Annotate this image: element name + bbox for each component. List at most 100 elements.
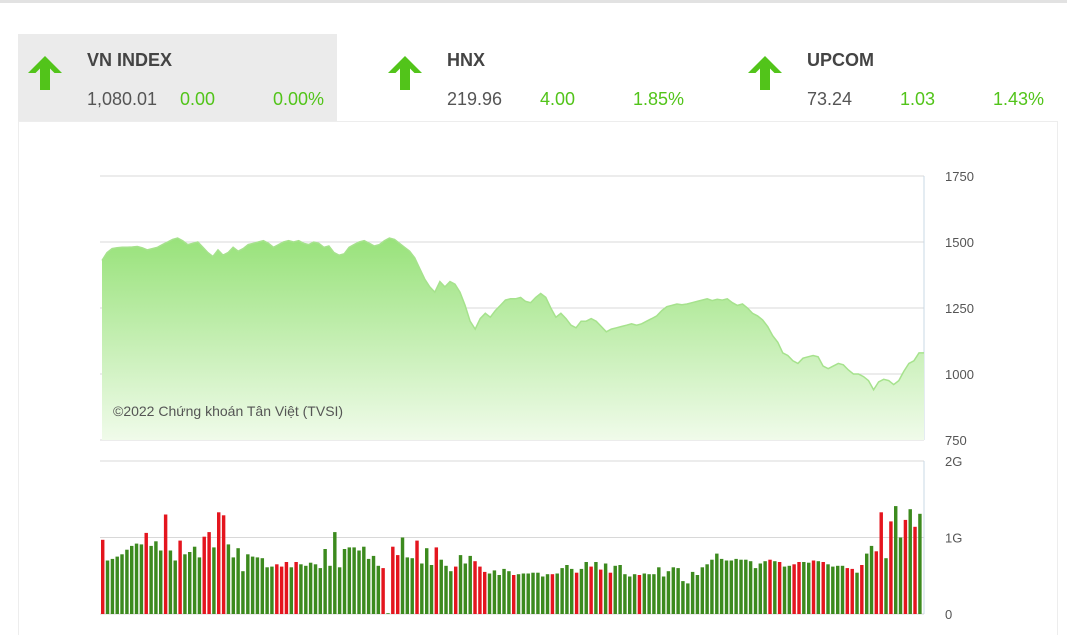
volume-bar xyxy=(299,564,303,614)
volume-bar xyxy=(386,613,390,614)
volume-bar xyxy=(173,560,177,614)
volume-bar xyxy=(797,562,801,614)
volume-bar xyxy=(337,567,342,614)
volume-bar xyxy=(134,543,139,614)
volume-bar xyxy=(831,566,835,614)
volume-bar xyxy=(507,571,511,614)
volume-bar xyxy=(178,540,182,614)
volume-bar xyxy=(657,567,661,614)
volume-bar xyxy=(260,558,265,614)
volume-bar xyxy=(715,553,719,614)
volume-bar xyxy=(381,568,385,614)
volume-bar xyxy=(415,540,419,614)
volume-bar xyxy=(894,506,898,614)
volume-bar xyxy=(265,567,269,614)
y-tick-label: 1G xyxy=(945,531,962,546)
volume-bar xyxy=(328,565,332,614)
volume-bar xyxy=(115,556,119,614)
volume-bar xyxy=(840,565,845,614)
volume-bar xyxy=(318,568,323,614)
volume-bar xyxy=(865,553,869,614)
volume-bar xyxy=(637,575,642,614)
volume-bar xyxy=(516,574,521,614)
volume-bar xyxy=(105,560,110,614)
volume-bar xyxy=(666,571,671,614)
volume-bar xyxy=(826,564,830,614)
volume-bar xyxy=(207,532,211,614)
volume-bar xyxy=(275,564,279,614)
volume-bar xyxy=(468,555,472,614)
volume-bar xyxy=(284,562,289,614)
volume-bar xyxy=(918,513,922,614)
volume-bar xyxy=(565,565,569,614)
volume-bar xyxy=(483,571,487,614)
volume-bar xyxy=(681,581,685,614)
volume-bar xyxy=(855,572,859,614)
volume-bar xyxy=(478,566,482,614)
volume-bar xyxy=(898,537,903,614)
volume-bar xyxy=(903,519,908,614)
volume-bar xyxy=(777,562,782,614)
volume-bar xyxy=(734,558,738,614)
volume-bar xyxy=(352,547,356,614)
y-tick-label: 1750 xyxy=(945,169,974,184)
volume-bar xyxy=(279,566,284,614)
volume-bar xyxy=(647,574,651,614)
volume-bar xyxy=(705,564,709,614)
volume-bar xyxy=(502,568,506,614)
volume-bar xyxy=(850,568,854,614)
volume-bar xyxy=(294,562,298,614)
volume-bar xyxy=(362,546,366,614)
volume-bar xyxy=(821,562,825,614)
price-y-axis: 750 1000 1250 1500 1750 xyxy=(945,169,974,448)
volume-bar xyxy=(719,558,724,614)
volume-bar xyxy=(304,565,308,614)
volume-bar xyxy=(197,557,202,614)
volume-bar xyxy=(410,558,414,614)
volume-bar xyxy=(154,541,158,614)
volume-bar xyxy=(110,558,115,614)
volume-bar xyxy=(661,576,666,614)
volume-bar xyxy=(879,512,883,614)
volume-bar xyxy=(168,550,173,614)
volume-bar xyxy=(884,558,888,614)
volume-bar xyxy=(192,546,197,614)
volume-bar xyxy=(289,567,294,614)
volume-bar xyxy=(787,565,792,614)
volume-bar xyxy=(763,561,767,614)
volume-bar xyxy=(217,512,221,614)
volume-bar xyxy=(874,551,879,614)
volume-bar xyxy=(391,546,395,614)
volume-bars xyxy=(101,506,922,614)
volume-bar xyxy=(342,549,347,614)
volume-bar xyxy=(860,565,864,614)
volume-bar xyxy=(449,571,453,614)
index-chart: 750 1000 1250 1500 1750 ©2022 Chứng khoán Tâ… xyxy=(100,169,974,622)
volume-bar xyxy=(676,568,680,614)
volume-bar xyxy=(550,574,555,614)
volume-bar xyxy=(570,568,574,614)
volume-bar xyxy=(618,565,622,614)
volume-bar xyxy=(420,563,424,614)
volume-bar xyxy=(434,547,439,614)
volume-bar xyxy=(226,544,231,614)
volume-bar xyxy=(139,544,144,614)
volume-bar xyxy=(671,567,676,614)
volume-bar xyxy=(608,572,613,614)
volume-bar xyxy=(357,550,361,614)
volume-bar xyxy=(579,568,584,614)
volume-bar xyxy=(183,554,187,614)
volume-bar xyxy=(255,557,260,614)
volume-bar xyxy=(231,557,236,614)
volume-bar xyxy=(188,552,192,614)
volume-bar xyxy=(512,575,516,614)
volume-bar xyxy=(642,573,647,614)
volume-bar xyxy=(405,557,410,614)
volume-bar xyxy=(700,567,705,614)
volume-bar xyxy=(695,575,700,614)
y-tick-label: 0 xyxy=(945,607,952,622)
volume-bar xyxy=(366,558,371,614)
volume-bar xyxy=(444,565,448,614)
volume-bar xyxy=(584,562,588,614)
volume-bar xyxy=(531,572,535,614)
